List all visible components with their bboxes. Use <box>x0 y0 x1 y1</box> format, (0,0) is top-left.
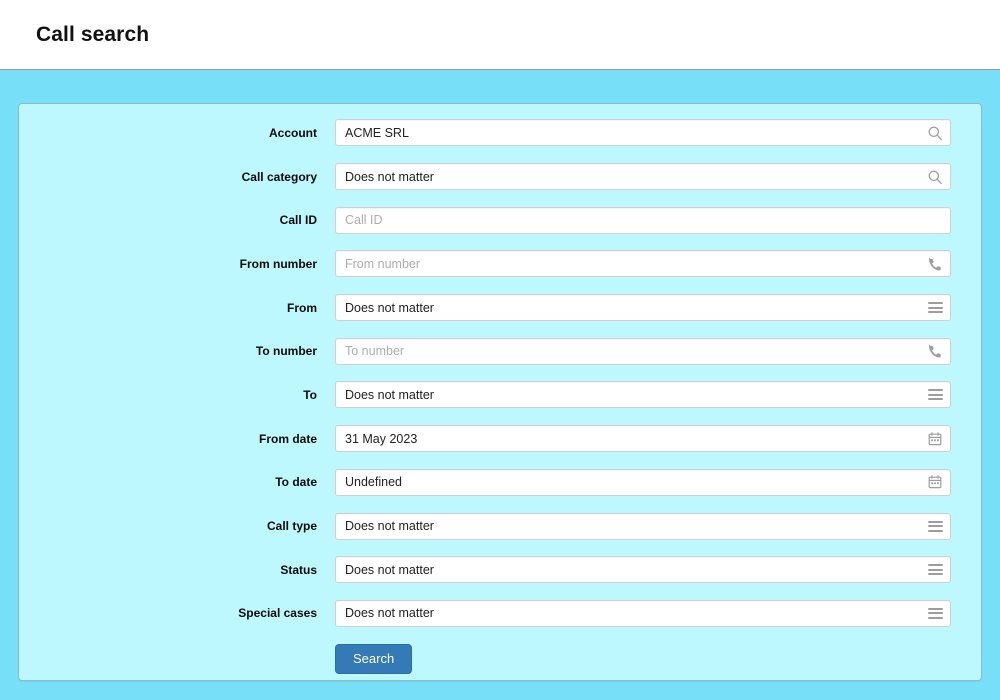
label-special-cases: Special cases <box>238 606 317 621</box>
form-row-from-number: From number From number <box>19 242 981 286</box>
search-button[interactable]: Search <box>335 644 413 675</box>
input-from[interactable]: Does not matter <box>335 294 951 322</box>
content-background: Account ACME SRL Call category Does not mat… <box>0 70 1000 700</box>
field-wrap-to: Does not matter <box>335 381 951 409</box>
field-wrap-to-number: To number <box>335 337 951 365</box>
input-call-id[interactable]: Call ID <box>335 206 951 234</box>
form-row-status: Status Does not matter <box>19 548 981 592</box>
form-row-account: Account ACME SRL <box>19 111 981 155</box>
submit-row: Search <box>19 635 981 683</box>
label-from-date: From date <box>258 431 317 446</box>
label-call-id: Call ID <box>279 213 317 228</box>
form-row-call-type: Call type Does not matter <box>19 504 981 548</box>
call-search-form: Account ACME SRL Call category Does not mat… <box>19 111 981 683</box>
input-to-date[interactable]: Undefined <box>335 468 951 496</box>
form-row-from: From Does not matter <box>19 286 981 330</box>
field-wrap-from-number: From number <box>335 250 951 278</box>
input-to[interactable]: Does not matter <box>335 381 951 409</box>
page-title: Call search <box>36 22 150 46</box>
input-from-date[interactable]: 31 May 2023 <box>335 425 951 453</box>
field-wrap-call-category: Does not matter <box>335 163 951 191</box>
input-call-type[interactable]: Does not matter <box>335 512 951 540</box>
label-to-date: To date <box>275 475 317 490</box>
field-wrap-from-date: 31 May 2023 <box>335 425 951 453</box>
field-wrap-call-type: Does not matter <box>335 512 951 540</box>
label-to: To <box>303 387 317 402</box>
field-wrap-special-cases: Does not matter <box>335 599 951 627</box>
form-row-call-id: Call ID Call ID <box>19 198 981 242</box>
label-to-number: To number <box>255 344 317 359</box>
field-wrap-call-id: Call ID <box>335 206 951 234</box>
label-from: From <box>287 300 317 315</box>
label-call-category: Call category <box>241 169 317 184</box>
label-account: Account <box>269 125 317 140</box>
input-status[interactable]: Does not matter <box>335 556 951 584</box>
input-special-cases[interactable]: Does not matter <box>335 599 951 627</box>
field-wrap-from: Does not matter <box>335 294 951 322</box>
form-row-to-number: To number To number <box>19 329 981 373</box>
form-row-call-category: Call category Does not matter <box>19 155 981 199</box>
input-from-number[interactable]: From number <box>335 250 951 278</box>
form-row-from-date: From date 31 May 2023 <box>19 417 981 461</box>
form-row-special-cases: Special cases Does not matter <box>19 592 981 636</box>
field-wrap-status: Does not matter <box>335 556 951 584</box>
form-row-to-date: To date Undefined <box>19 461 981 505</box>
input-to-number[interactable]: To number <box>335 337 951 365</box>
form-row-to: To Does not matter <box>19 373 981 417</box>
label-call-type: Call type <box>266 519 317 534</box>
label-status: Status <box>280 562 317 577</box>
label-from-number: From number <box>239 256 317 271</box>
page-header: Call search <box>0 0 1000 70</box>
input-call-category[interactable]: Does not matter <box>335 163 951 191</box>
call-search-panel: Account ACME SRL Call category Does not mat… <box>18 103 982 681</box>
field-wrap-to-date: Undefined <box>335 468 951 496</box>
field-wrap-account: ACME SRL <box>335 119 951 147</box>
input-account[interactable]: ACME SRL <box>335 119 951 147</box>
